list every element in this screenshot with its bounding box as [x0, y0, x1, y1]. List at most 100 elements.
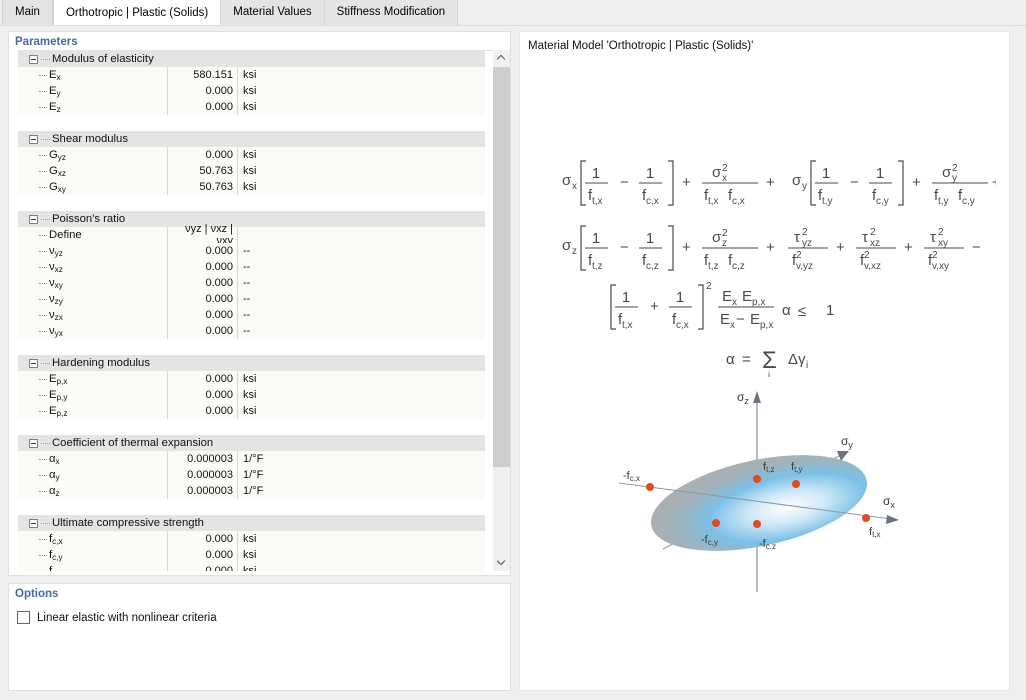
collapse-icon[interactable] — [29, 54, 38, 64]
section-label: Modulus of elasticity — [52, 53, 154, 65]
tab-material-values[interactable]: Material Values — [221, 0, 325, 25]
tree-row[interactable]: αx 0.000003 1/°F — [18, 451, 485, 467]
svg-text:+: + — [650, 298, 659, 315]
row-value-cell[interactable]: 0.000003 — [167, 483, 237, 499]
section-name-cell: Modulus of elasticity — [18, 51, 485, 67]
tree-row[interactable]: νyx 0.000 -- — [18, 323, 485, 339]
row-value-cell[interactable]: 0.000 — [167, 243, 237, 259]
row-label: Ey — [49, 85, 61, 98]
row-value-cell[interactable]: 0.000 — [167, 323, 237, 339]
chevron-down-icon — [498, 559, 505, 566]
row-label: Gyz — [49, 149, 66, 162]
row-value-cell[interactable]: 0.000 — [167, 563, 237, 571]
row-value-cell[interactable]: 0.000003 — [167, 451, 237, 467]
row-value-cell[interactable]: 0.000 — [167, 99, 237, 115]
collapse-icon[interactable] — [29, 214, 38, 224]
row-value-cell[interactable]: 0.000 — [167, 259, 237, 275]
tree-row[interactable]: αz 0.000003 1/°F — [18, 483, 485, 499]
row-value-cell[interactable]: 0.000 — [167, 531, 237, 547]
tree-section-ultimate-compressive-strength[interactable]: Ultimate compressive strength — [18, 515, 485, 531]
row-value-cell[interactable]: 0.000 — [167, 275, 237, 291]
tab-stiffness-modification[interactable]: Stiffness Modification — [324, 0, 459, 25]
tree-row[interactable]: αy 0.000003 1/°F — [18, 467, 485, 483]
linear-elastic-checkbox[interactable] — [17, 611, 30, 624]
row-value-cell[interactable]: 0.000 — [167, 547, 237, 563]
row-value-cell[interactable]: 0.000 — [167, 83, 237, 99]
svg-text:+: + — [682, 239, 691, 256]
arrow-sigma-x — [885, 515, 899, 524]
collapse-icon[interactable] — [29, 134, 38, 144]
row-value-cell[interactable]: 0.000 — [167, 307, 237, 323]
svg-text:t,y: t,y — [938, 196, 949, 207]
tree-row[interactable]: Ex 580.151 ksi — [18, 67, 485, 83]
row-value-cell[interactable]: 580.151 — [167, 67, 237, 83]
row-value-cell[interactable]: 0.000 — [167, 387, 237, 403]
svg-text:c,z: c,z — [732, 261, 745, 272]
tree-row[interactable]: νzy 0.000 -- — [18, 291, 485, 307]
row-label: fc,x — [49, 533, 63, 546]
tree-row[interactable]: Define νyz | νxz | νxy — [18, 223, 485, 247]
row-value-cell[interactable]: 0.000 — [167, 291, 237, 307]
parameters-tree[interactable]: Modulus of elasticity Ex 580.151 ksi Ey 0.000… — [18, 50, 502, 571]
scroll-up-button[interactable] — [493, 50, 510, 67]
scroll-down-button[interactable] — [493, 554, 510, 571]
row-value-cell[interactable]: 0.000 — [167, 371, 237, 387]
parameters-scrollbar[interactable] — [493, 50, 510, 571]
tree-section-shear-modulus[interactable]: Shear modulus — [18, 131, 485, 147]
tree-row[interactable]: fc,y 0.000 ksi — [18, 547, 485, 563]
tree-row[interactable]: Ey 0.000 ksi — [18, 83, 485, 99]
tree-row[interactable]: Ep,y 0.000 ksi — [18, 387, 485, 403]
tree-row[interactable]: νyz 0.000 -- — [18, 243, 485, 259]
row-unit-cell: ksi — [237, 67, 485, 83]
row-value-cell[interactable]: 0.000 — [167, 147, 237, 163]
tree-row[interactable]: fc,x 0.000 ksi — [18, 531, 485, 547]
section-name-cell: Coefficient of thermal expansion — [18, 435, 485, 451]
scrollbar-thumb[interactable] — [493, 67, 510, 467]
svg-text:σ: σ — [792, 172, 802, 189]
tree-section-modulus-of-elasticity[interactable]: Modulus of elasticity — [18, 51, 485, 67]
row-name-cell: Ep,y — [18, 387, 167, 403]
label-sigma-z: σz — [737, 390, 749, 406]
row-name-cell: Gxz — [18, 163, 167, 179]
tree-row[interactable]: Gyz 0.000 ksi — [18, 147, 485, 163]
svg-text:1: 1 — [591, 230, 599, 247]
collapse-icon[interactable] — [29, 438, 38, 448]
row-value-cell[interactable]: 50.763 — [167, 163, 237, 179]
row-value-cell[interactable]: 0.000 — [167, 403, 237, 419]
tree-spacer — [18, 195, 485, 211]
tree-row[interactable]: Ep,x 0.000 ksi — [18, 371, 485, 387]
row-label: νyx — [49, 325, 63, 338]
row-value-cell[interactable]: νyz | νxz | νxy — [167, 223, 237, 247]
row-label: Define — [49, 229, 82, 241]
svg-text:c,z: c,z — [646, 261, 659, 272]
failure-surface-diagram: σz σy σx -fc,x ft,x ft,z ft,y -fc,y -fc,… — [618, 390, 899, 592]
tree-row[interactable]: Gxy 50.763 ksi — [18, 179, 485, 195]
tab-main[interactable]: Main — [2, 0, 53, 25]
collapse-icon[interactable] — [29, 358, 38, 368]
tree-row[interactable]: νzx 0.000 -- — [18, 307, 485, 323]
svg-text:z: z — [722, 238, 727, 249]
option-linear-elastic-row[interactable]: Linear elastic with nonlinear criteria — [9, 611, 510, 624]
tree-indent — [18, 323, 49, 339]
label-neg-fcx: -fc,x — [623, 470, 640, 483]
svg-text:+: + — [992, 174, 996, 191]
tree-section-coefficient-of-thermal-expansion[interactable]: Coefficient of thermal expansion — [18, 435, 485, 451]
collapse-icon[interactable] — [29, 518, 38, 528]
row-value-cell[interactable]: 50.763 — [167, 179, 237, 195]
tree-row[interactable]: Ep,z 0.000 ksi — [18, 403, 485, 419]
tree-row[interactable]: νxz 0.000 -- — [18, 259, 485, 275]
row-unit-cell: -- — [237, 259, 485, 275]
tree-row[interactable]: Ez 0.000 ksi — [18, 99, 485, 115]
tree-indent — [18, 275, 49, 291]
row-value-cell[interactable]: 0.000003 — [167, 467, 237, 483]
tree-section-poisson-s-ratio[interactable]: Poisson's ratio — [18, 211, 485, 227]
row-label: νzy — [49, 293, 63, 306]
tree-spacer — [18, 499, 485, 515]
tree-indent — [18, 403, 49, 419]
svg-text:t,z: t,z — [592, 261, 603, 272]
tab-orthotropic-plastic-solids[interactable]: Orthotropic | Plastic (Solids) — [52, 0, 222, 25]
tree-row[interactable]: fc,z 0.000ksi — [18, 563, 485, 571]
tree-row[interactable]: νxy 0.000 -- — [18, 275, 485, 291]
tree-row[interactable]: Gxz 50.763 ksi — [18, 163, 485, 179]
tree-section-hardening-modulus[interactable]: Hardening modulus — [18, 355, 485, 371]
